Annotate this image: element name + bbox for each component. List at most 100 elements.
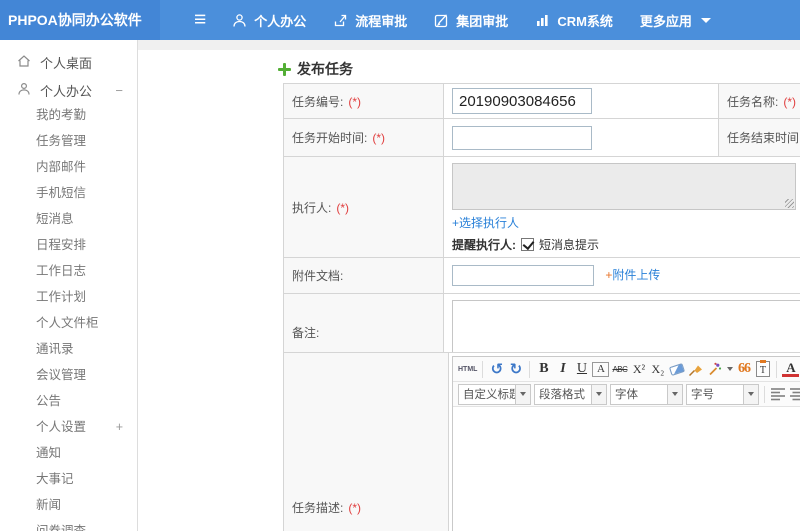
- undo-icon[interactable]: ↺: [488, 359, 505, 379]
- redo-icon[interactable]: ↻: [507, 359, 524, 379]
- font-color-button[interactable]: A: [782, 361, 800, 377]
- magic-wand-icon[interactable]: [706, 359, 723, 379]
- superscript-button[interactable]: X²: [630, 359, 647, 379]
- editor-select-dropdown[interactable]: 字号: [686, 383, 759, 405]
- sidebar-sub-item[interactable]: 通讯录: [0, 336, 137, 362]
- sidebar-sub-item-label: 问卷调查: [36, 524, 87, 531]
- editor-content-area[interactable]: [453, 407, 800, 531]
- align-left-icon[interactable]: [770, 387, 786, 401]
- required-mark: (*): [348, 500, 362, 515]
- description-label-cell: 任务描述: (*): [283, 352, 449, 531]
- sidebar-sub-item[interactable]: 任务管理: [0, 128, 137, 154]
- menu-item-personal-office[interactable]: 个人办公: [232, 11, 306, 30]
- menu-item-process-approval[interactable]: 流程审批: [333, 11, 407, 30]
- strikethrough-button[interactable]: ABC: [611, 359, 628, 379]
- editor-toolbar-row1: HTML ↺ ↻ B I U A ABC X² X₂ 66 T A: [453, 357, 800, 382]
- table-row: 任务编号: (*) 任务名称: (*): [283, 83, 800, 119]
- sidebar-sub-item-label: 个人文件柜: [36, 316, 99, 330]
- chevron-down-icon[interactable]: [591, 384, 606, 404]
- menu-item-crm[interactable]: CRM系统: [535, 11, 613, 30]
- align-center-icon[interactable]: [789, 387, 800, 401]
- top-header: PHPOA协同办公软件 ≡ 个人办公 流程审批 集团审批 CRM系统 更多应用: [0, 0, 800, 40]
- main-area: 发布任务 任务编号: (*) 任务名称: (*) 任务开始时间: (*): [138, 40, 800, 531]
- sidebar-item-settings[interactable]: 个人设置 +: [0, 414, 137, 440]
- add-icon: [278, 62, 291, 76]
- blockquote-button[interactable]: 66: [735, 359, 752, 379]
- format-brush-icon[interactable]: [687, 359, 704, 379]
- attachment-input[interactable]: [452, 265, 594, 286]
- end-time-label-cell: 任务结束时间:(*): [718, 118, 800, 157]
- sidebar-sub-item[interactable]: 新闻: [0, 492, 137, 518]
- upload-attachment-link[interactable]: +附件上传: [605, 268, 660, 282]
- remind-label: 提醒执行人:: [452, 238, 516, 252]
- page-title-text: 发布任务: [297, 61, 353, 77]
- highlight-color-button[interactable]: A: [592, 361, 610, 377]
- underline-button[interactable]: U: [573, 359, 590, 379]
- sidebar-sub-item[interactable]: 手机短信: [0, 180, 137, 206]
- hamburger-icon[interactable]: ≡: [194, 0, 206, 40]
- sidebar-sub-item-label: 我的考勤: [36, 108, 87, 122]
- sidebar-item-partial[interactable]: 问卷调查: [0, 518, 137, 531]
- app-logo[interactable]: PHPOA协同办公软件: [0, 0, 160, 40]
- attachment-label-cell: 附件文档:: [283, 257, 444, 294]
- sidebar-sub-item[interactable]: 公告: [0, 388, 137, 414]
- sidebar-sub-item-label: 短消息: [36, 212, 74, 226]
- wand-dropdown-caret-icon[interactable]: [727, 367, 734, 371]
- sidebar-sub-item[interactable]: 内部邮件: [0, 154, 137, 180]
- sidebar-sub-item[interactable]: 日程安排: [0, 232, 137, 258]
- sidebar-sub-item[interactable]: 我的考勤: [0, 102, 137, 128]
- menu-item-group-approval[interactable]: 集团审批: [434, 11, 508, 30]
- subscript-button[interactable]: X₂: [649, 359, 666, 379]
- executor-textarea[interactable]: [452, 163, 796, 210]
- chevron-down-icon[interactable]: [667, 384, 682, 404]
- choose-executor-link[interactable]: +选择执行人: [452, 216, 519, 230]
- sidebar-sub-item-label: 通讯录: [36, 342, 74, 356]
- toolbar-separator: [482, 360, 484, 378]
- task-no-label-cell: 任务编号: (*): [283, 83, 444, 119]
- menu-label: 个人办公: [254, 13, 307, 29]
- sidebar-item-label: 个人桌面: [40, 55, 93, 71]
- sidebar-sub-item[interactable]: 会议管理: [0, 362, 137, 388]
- sidebar-sub-item-label: 个人设置: [36, 420, 87, 434]
- alignment-buttons: [770, 387, 800, 401]
- sidebar-sub-item[interactable]: 短消息: [0, 206, 137, 232]
- html-source-button[interactable]: HTML: [458, 359, 477, 379]
- collapse-minus-icon[interactable]: −: [115, 83, 123, 98]
- start-time-label: 任务开始时间:: [292, 131, 368, 145]
- sidebar-sub-list: 我的考勤 任务管理 内部邮件 手机短信 短消息 日程安排 工作日志 工作计划 个…: [0, 102, 137, 414]
- sidebar-sub-item[interactable]: 大事记: [0, 466, 137, 492]
- task-no-input[interactable]: [452, 88, 592, 114]
- chevron-down-icon[interactable]: [743, 384, 758, 404]
- menu-label: 集团审批: [456, 13, 509, 29]
- italic-button[interactable]: I: [554, 359, 571, 379]
- eraser-icon[interactable]: [668, 359, 686, 379]
- editor-select-dropdown[interactable]: 字体: [610, 383, 683, 405]
- bold-button[interactable]: B: [535, 359, 552, 379]
- remark-label: 备注:: [292, 325, 320, 340]
- sidebar-item-desktop[interactable]: 个人桌面: [0, 48, 137, 76]
- sms-checkbox[interactable]: [521, 238, 534, 251]
- sidebar-sub-item[interactable]: 工作日志: [0, 258, 137, 284]
- sidebar-sub-item-label: 手机短信: [36, 186, 87, 200]
- menu-item-more-apps[interactable]: 更多应用: [640, 11, 711, 30]
- task-no-label: 任务编号:: [292, 94, 344, 109]
- home-icon: [17, 54, 31, 71]
- editor-select-value: 段落格式: [539, 389, 585, 401]
- expand-plus-icon[interactable]: +: [116, 414, 123, 440]
- sidebar-sub-item[interactable]: 通知: [0, 440, 137, 466]
- chevron-down-icon[interactable]: [515, 384, 530, 404]
- paste-plain-text-icon[interactable]: T: [754, 359, 771, 379]
- sidebar-group-personal-office[interactable]: 个人办公 −: [0, 76, 137, 104]
- end-time-label: 任务结束时间:: [727, 131, 800, 145]
- upload-link-text: 附件上传: [612, 267, 661, 282]
- editor-select-dropdown[interactable]: 段落格式: [534, 383, 607, 405]
- editor-toolbar-row2: 自定义标题 段落格式 字体 字号: [453, 382, 800, 407]
- sidebar-sub-item[interactable]: 个人文件柜: [0, 310, 137, 336]
- menu-label: 流程审批: [355, 13, 408, 29]
- required-mark: (*): [372, 131, 386, 145]
- editor-select-dropdown[interactable]: 自定义标题: [458, 383, 531, 405]
- top-menu: 个人办公 流程审批 集团审批 CRM系统 更多应用: [232, 11, 711, 30]
- start-time-input[interactable]: [452, 125, 592, 150]
- sidebar-sub-item-label: 内部邮件: [36, 160, 87, 174]
- sidebar-sub-item[interactable]: 工作计划: [0, 284, 137, 310]
